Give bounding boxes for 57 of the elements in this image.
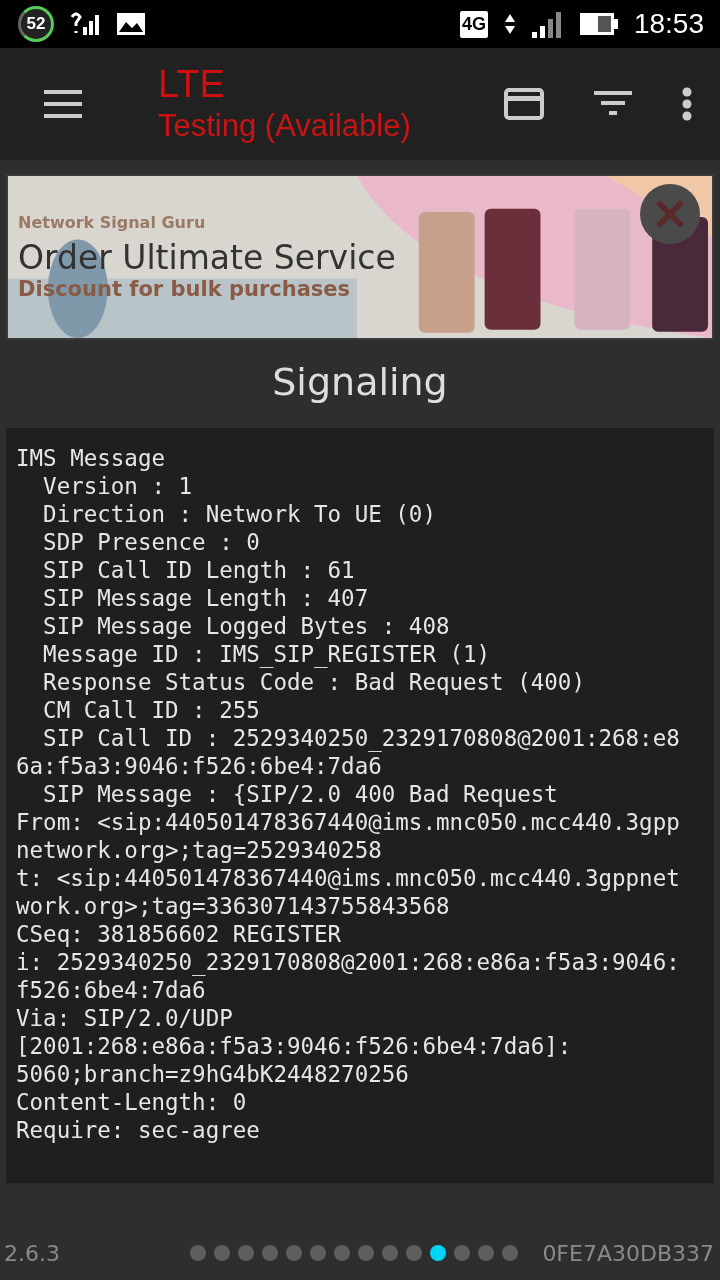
message-line: Direction : Network To UE (0) — [42, 500, 437, 528]
page-dot[interactable] — [478, 1245, 495, 1261]
page-dot[interactable] — [358, 1245, 375, 1261]
message-line: SIP Call ID : 2529340250_2329170808@2001:268:e8 — [42, 724, 681, 752]
clock: 18:53 — [633, 8, 704, 40]
message-line: CSeq: 381856602 REGISTER — [16, 920, 343, 948]
message-line: [2001:268:e86a:f5a3:9046:f526:6be4:7da6]: — [16, 1032, 573, 1060]
message-line: Require: sec-agree — [16, 1116, 261, 1144]
network-type-badge: 4G — [459, 10, 488, 38]
close-icon — [655, 199, 685, 229]
device-id: 0FE7A30DB337 — [542, 1240, 714, 1266]
page-dot[interactable] — [286, 1245, 303, 1261]
message-line: SIP Message Logged Bytes : 408 — [42, 612, 451, 640]
network-title: LTE — [158, 62, 226, 106]
message-line: SIP Call ID Length : 61 — [42, 556, 356, 584]
message-line: Response Status Code : Bad Request (400) — [42, 668, 586, 696]
status-subtitle: Testing (Available) — [158, 107, 412, 145]
page-dot[interactable] — [502, 1245, 519, 1261]
message-line: SIP Message Length : 407 — [42, 584, 370, 612]
brand-text: Network Signal Guru — [18, 213, 206, 232]
signal-unknown-icon — [70, 11, 100, 37]
signal-icon — [531, 10, 564, 38]
message-line: f526:6be4:7da6 — [16, 976, 207, 1004]
page-dot[interactable] — [262, 1245, 279, 1261]
message-line: Version : 1 — [42, 472, 194, 500]
message-line: network.org>;tag=2529340258 — [16, 836, 383, 864]
page-dot[interactable] — [454, 1245, 471, 1261]
message-line: Via: SIP/2.0/UDP — [16, 1004, 234, 1032]
message-line: SIP Message : {SIP/2.0 400 Bad Request — [42, 780, 559, 808]
section-title: Signaling — [271, 360, 449, 404]
message-line: SDP Presence : 0 — [42, 528, 261, 556]
message-line: CM Call ID : 255 — [42, 696, 261, 724]
data-usage-badge: 52 — [18, 6, 54, 42]
banner-tagline: Discount for bulk purchases — [18, 277, 351, 301]
page-dot[interactable] — [214, 1245, 231, 1261]
page-dot[interactable] — [430, 1245, 447, 1261]
promo-banner[interactable]: Network Signal Guru Order Ultimate Service Discount for bulk purchases — [6, 174, 714, 340]
page-dot[interactable] — [238, 1245, 255, 1261]
message-line: i: 2529340250_2329170808@2001:268:e86a:f5a3:9046: — [16, 948, 681, 976]
message-line: IMS Message — [16, 444, 166, 472]
battery-icon — [579, 13, 618, 35]
data-arrows-icon — [503, 12, 516, 36]
image-icon — [116, 12, 146, 36]
page-dot[interactable] — [190, 1245, 207, 1261]
message-line: 5060;branch=z9hG4bK2448270256 — [16, 1060, 410, 1088]
page-dot[interactable] — [310, 1245, 327, 1261]
banner-headline: Order Ultimate Service — [18, 238, 396, 277]
message-line: Message ID : IMS_SIP_REGISTER (1) — [42, 640, 492, 668]
message-line: work.org>;tag=336307143755843568 — [16, 892, 451, 920]
version-label: 2.6.3 — [4, 1240, 61, 1266]
message-line: t: <sip:440501478367440@ims.mnc050.mcc440.3gppnet — [16, 864, 681, 892]
message-line: Content-Length: 0 — [16, 1088, 248, 1116]
message-line: From: <sip:440501478367440@ims.mnc050.mcc440.3gpp — [16, 808, 681, 836]
page-dot[interactable] — [406, 1245, 423, 1261]
page-dot[interactable] — [382, 1245, 399, 1261]
message-line: 6a:f5a3:9046:f526:6be4:7da6 — [16, 752, 383, 780]
page-dot[interactable] — [334, 1245, 351, 1261]
